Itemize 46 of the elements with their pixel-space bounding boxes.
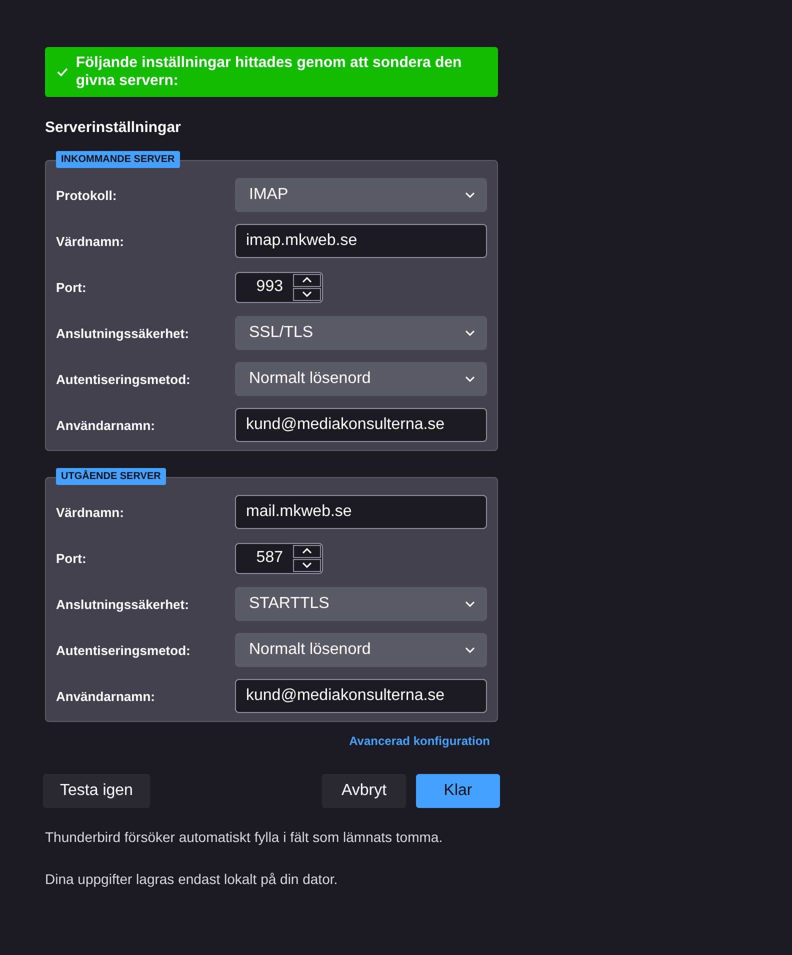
- chevron-down-icon: [465, 376, 475, 382]
- chevron-down-icon: [465, 192, 475, 198]
- secondary-button[interactable]: Testa igen: [43, 774, 150, 808]
- info-text: Thunderbird försöker automatiskt fylla i fält som lämnats tomma.: [45, 829, 444, 845]
- input-field[interactable]: kund@mediakonsulterna.se: [235, 408, 487, 442]
- panel-legend: INKOMMANDE SERVER: [56, 151, 180, 168]
- dropdown[interactable]: STARTTLS: [235, 587, 487, 621]
- field-label: Protokoll:: [56, 188, 118, 202]
- secondary-button[interactable]: Avbryt: [322, 774, 406, 808]
- field-label: Anslutningssäkerhet:: [56, 596, 190, 612]
- chevron-down-icon: [302, 562, 312, 568]
- increment-button[interactable]: [293, 544, 321, 558]
- chevron-up-icon: [302, 548, 312, 554]
- panel-legend: UTGÅENDE SERVER: [56, 468, 166, 485]
- field-label: Värdnamn:: [56, 504, 125, 520]
- field-label: Port:: [56, 280, 88, 294]
- input-field[interactable]: mail.mkweb.se: [235, 495, 487, 529]
- chevron-down-icon: [465, 330, 475, 336]
- chevron-down-icon: [465, 601, 475, 607]
- field-label: Autentiseringsmetod:: [56, 372, 192, 386]
- input-field[interactable]: imap.mkweb.se: [235, 224, 487, 258]
- field-label: Port:: [56, 550, 88, 566]
- banner-text: Följande inställningar hittades genom att sondera den givna servern:: [76, 54, 463, 90]
- number-field[interactable]: 993: [235, 272, 323, 302]
- info-text: Dina uppgifter lagras endast lokalt på din dator.: [45, 871, 339, 887]
- number-field[interactable]: 587: [235, 542, 323, 574]
- chevron-up-icon: [302, 277, 312, 283]
- section-heading: Serverinställningar: [45, 119, 182, 136]
- dropdown[interactable]: IMAP: [235, 178, 487, 212]
- field-label: Anslutningssäkerhet:: [56, 326, 190, 340]
- chevron-down-icon: [302, 291, 312, 297]
- dropdown[interactable]: SSL/TLS: [235, 316, 487, 350]
- checkmark-icon: [57, 67, 68, 77]
- increment-button[interactable]: [293, 274, 321, 286]
- field-label: Användarnamn:: [56, 688, 156, 704]
- field-label: Användarnamn:: [56, 418, 156, 432]
- chevron-down-icon: [465, 647, 475, 653]
- dropdown[interactable]: Normalt lösenord: [235, 633, 487, 667]
- dropdown[interactable]: Normalt lösenord: [235, 362, 487, 396]
- decrement-button[interactable]: [293, 558, 321, 572]
- advanced-config-link[interactable]: Avancerad konfiguration: [349, 734, 490, 748]
- field-label: Autentiseringsmetod:: [56, 642, 192, 658]
- decrement-button[interactable]: [293, 288, 321, 300]
- input-field[interactable]: kund@mediakonsulterna.se: [235, 679, 487, 713]
- primary-button[interactable]: Klar: [416, 774, 500, 808]
- field-label: Värdnamn:: [56, 234, 125, 248]
